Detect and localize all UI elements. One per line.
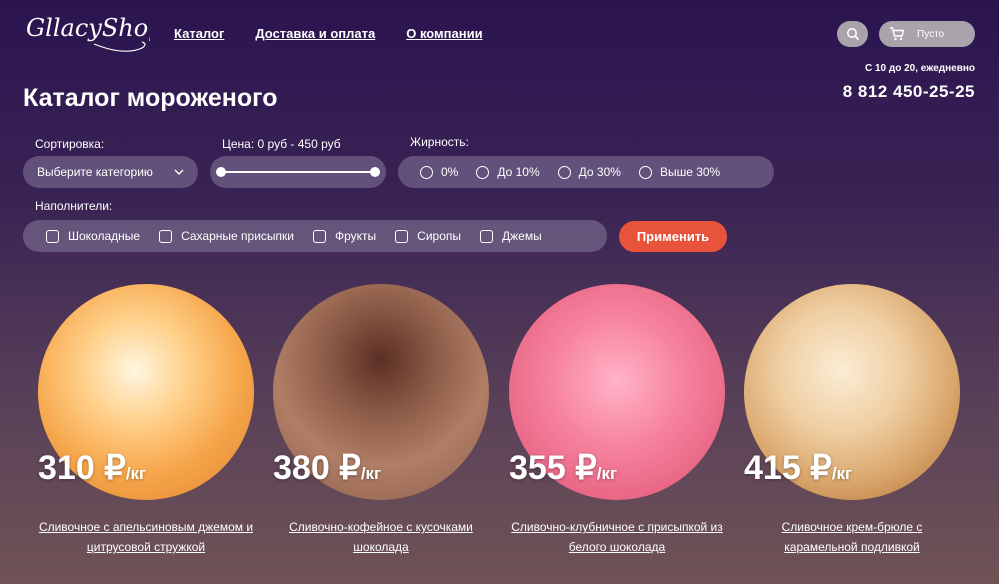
fat-label: Жирность: [410,135,469,149]
product-price: 380 ₽/кг [273,449,382,487]
price-range-slider[interactable] [210,156,386,188]
price-label: Цена: 0 руб - 450 руб [222,137,341,151]
slider-track [221,171,375,173]
product-title-link[interactable]: Сливочное крем-брюле с карамельной подли… [744,517,960,557]
radio-button[interactable] [420,165,433,179]
fillings-label: Наполнители: [35,199,113,213]
fat-radio-group: 0% До 10% До 30% Выше 30% [398,156,774,188]
nav-link-about[interactable]: О компании [406,26,482,41]
apply-filters-button[interactable]: Применить [619,221,727,252]
slider-min-handle[interactable] [216,167,226,177]
product-card: 415 ₽/кг Сливочное крем-брюле с карамель… [744,284,960,557]
product-title-link[interactable]: Сливочно-клубничное с присыпкой из белог… [509,517,725,557]
checkbox[interactable] [395,229,409,243]
product-price: 310 ₽/кг [38,449,147,487]
sort-select[interactable]: Выберите категорию [23,156,198,188]
search-icon [846,28,859,41]
checkbox[interactable] [480,229,493,243]
fat-option-30[interactable]: До 30% [557,165,621,179]
phone-number[interactable]: 8 812 450-25-25 [843,82,975,102]
checkbox[interactable] [312,229,326,243]
svg-text:GllacyShop: GllacyShop [26,14,150,42]
radio-button[interactable] [638,165,652,179]
filling-option-fruits[interactable]: Фрукты [312,229,376,243]
checkbox[interactable] [159,229,173,243]
checkbox[interactable] [46,229,59,243]
logo-wordmark: GllacyShop [26,14,164,52]
sort-label: Сортировка: [35,137,105,151]
filling-option-sprinkles[interactable]: Сахарные присыпки [159,229,294,243]
working-hours: С 10 до 20, ежедневно [864,63,975,74]
chevron-down-icon [174,169,184,175]
product-title-link[interactable]: Сливочно-кофейное с кусочками шоколада [273,517,489,557]
product-title-link[interactable]: Сливочное с апельсиновым джемом и цитрус… [38,517,254,557]
cart-icon [890,27,905,41]
sort-select-value: Выберите категорию [37,165,153,179]
filling-option-jams[interactable]: Джемы [480,229,542,243]
fillings-checkbox-group: Шоколадные Сахарные присыпки Фрукты Сиро… [23,220,607,252]
main-nav: Каталог Доставка и оплата О компании [174,26,483,41]
logo[interactable]: GllacyShop [24,6,164,62]
cart-button[interactable]: Пусто [879,21,975,47]
page-title: Каталог мороженого [23,84,278,112]
product-price: 355 ₽/кг [509,449,618,487]
search-button[interactable] [837,21,868,47]
filling-option-syrups[interactable]: Сиропы [395,229,461,243]
fat-option-0[interactable]: 0% [420,165,458,179]
radio-button[interactable] [476,165,490,179]
filling-option-chocolate[interactable]: Шоколадные [46,229,140,243]
product-card: 380 ₽/кг Сливочно-кофейное с кусочками ш… [273,284,489,557]
nav-link-catalog[interactable]: Каталог [174,26,224,41]
fat-option-above-30[interactable]: Выше 30% [638,165,720,179]
product-card: 355 ₽/кг Сливочно-клубничное с присыпкой… [509,284,725,557]
product-price: 415 ₽/кг [744,449,853,487]
cart-status: Пусто [917,28,945,40]
slider-max-handle[interactable] [370,167,380,177]
nav-link-delivery[interactable]: Доставка и оплата [255,26,375,41]
product-card: 310 ₽/кг Сливочное с апельсиновым джемом… [38,284,254,557]
fat-option-10[interactable]: До 10% [476,165,540,179]
radio-button[interactable] [557,165,571,179]
